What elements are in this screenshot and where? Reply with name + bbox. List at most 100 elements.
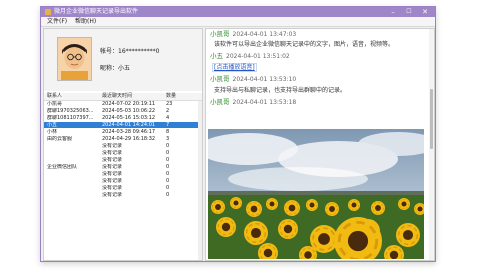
menu-file[interactable]: 文件(F) xyxy=(47,18,67,25)
menu-help[interactable]: 帮助(H) xyxy=(75,18,96,25)
sunflower-center xyxy=(417,206,423,212)
message-time: 2024-04-01 13:53:18 xyxy=(232,99,297,106)
message-sender: 小凯哥 xyxy=(210,75,230,83)
contacts-table: 联系人 最近聊天时间 数量 小凯哥 2024-07-02 20:19:11 23 群聊… xyxy=(44,93,202,260)
column-header-contact[interactable]: 联系人 xyxy=(47,93,62,100)
message-time: 2024-04-01 13:51:02 xyxy=(226,53,290,60)
table-row[interactable]: 群聊1081107397... 2024-05-16 15:03:12 4 xyxy=(44,115,202,121)
table-row[interactable]: 没有记录 0 xyxy=(44,171,202,177)
sunflower-center xyxy=(375,205,381,211)
close-button[interactable]: ✕ xyxy=(419,7,431,17)
message-count: 8 xyxy=(166,129,170,135)
sunflower-center xyxy=(389,250,399,259)
sunflower-center xyxy=(250,205,258,213)
sunflower-center xyxy=(309,202,315,208)
sunflower-center xyxy=(269,201,275,207)
minimize-button[interactable]: – xyxy=(387,7,399,17)
contacts-panel: 帐号：16**********0 昵称：小五 联系人 最近聊天时间 数量 小凯哥… xyxy=(43,28,203,261)
column-header-last-time[interactable]: 最近聊天时间 xyxy=(102,93,132,100)
message-count: 3 xyxy=(166,136,170,142)
message-header: 小五 2024-04-01 13:51:02 xyxy=(210,52,290,61)
contact-name: 小五 xyxy=(47,122,58,128)
table-row[interactable]: 由的云客服 2024-04-29 16:18:32 3 xyxy=(44,136,202,142)
play-voice-link[interactable]: [点击播放语音] xyxy=(212,63,257,72)
last-chat-time: 没有记录 xyxy=(102,164,123,170)
table-row[interactable]: 没有记录 0 xyxy=(44,192,202,198)
sunflower-image[interactable] xyxy=(208,129,424,259)
message-sender: 小凯哥 xyxy=(210,30,230,38)
message-sender: 小五 xyxy=(210,52,223,60)
sunflower-center xyxy=(351,202,357,208)
last-chat-time: 2024-07-02 20:19:11 xyxy=(102,101,156,107)
last-chat-time: 没有记录 xyxy=(102,143,123,149)
message-count: 7 xyxy=(166,122,170,128)
contact-name: 群聊1970325063... xyxy=(47,108,94,114)
sunflower-center xyxy=(215,204,221,210)
nickname-label: 昵称： xyxy=(100,65,119,72)
message-count: 0 xyxy=(166,192,170,198)
column-header-count[interactable]: 数量 xyxy=(166,93,176,100)
sunflower-center xyxy=(304,251,312,259)
message-time: 2024-04-01 13:47:03 xyxy=(232,31,297,38)
message-text: 该软件可以导出企业微信聊天记录中的文字，图片，语音，视频等。 xyxy=(214,41,395,48)
sunflower-center xyxy=(347,230,369,252)
table-row[interactable]: 没有记录 0 xyxy=(44,178,202,184)
contact-name: 小凯哥 xyxy=(47,101,63,107)
contact-name: 小林 xyxy=(47,129,58,135)
message-count: 0 xyxy=(166,171,170,177)
sunflower-center xyxy=(401,201,407,207)
table-row[interactable]: 企业微信团队 没有记录 0 xyxy=(44,164,202,170)
table-row[interactable]: 没有记录 0 xyxy=(44,150,202,156)
last-chat-time: 没有记录 xyxy=(102,185,123,191)
table-row[interactable]: 群聊1970325063... 2024-05-03 10:06:22 2 xyxy=(44,108,202,114)
title-bar[interactable]: 微月企业微信聊天记录导出软件 – ☐ ✕ xyxy=(41,7,435,17)
last-chat-time: 2024-05-03 10:06:22 xyxy=(102,108,156,114)
sunflower-center xyxy=(329,206,335,212)
message-count: 0 xyxy=(166,157,170,163)
last-chat-time: 没有记录 xyxy=(102,157,123,163)
last-chat-time: 没有记录 xyxy=(102,150,123,156)
message-text: 支持导出与私聊记录，也支持导出群聊中的记录。 xyxy=(214,87,347,94)
message-count: 0 xyxy=(166,150,170,156)
message-count: 0 xyxy=(166,143,170,149)
scrollbar-thumb[interactable] xyxy=(430,89,433,149)
table-row[interactable]: 小五 2024-04-01 14:24:01 7 xyxy=(44,122,202,128)
table-row[interactable]: 没有记录 0 xyxy=(44,157,202,163)
menu-bar: 文件(F) 帮助(H) xyxy=(41,17,435,27)
sunflower-center xyxy=(318,233,330,245)
sunflower-center xyxy=(233,200,239,206)
table-row[interactable]: 没有记录 0 xyxy=(44,185,202,191)
message-sender: 小凯哥 xyxy=(210,98,230,106)
sunflower-center xyxy=(288,204,296,212)
sunflower-center xyxy=(263,248,273,258)
message-header: 小凯哥 2024-04-01 13:53:18 xyxy=(210,98,297,107)
last-chat-time: 2024-04-01 14:24:01 xyxy=(102,122,156,128)
message-count: 0 xyxy=(166,185,170,191)
table-row[interactable]: 没有记录 0 xyxy=(44,143,202,149)
app-icon xyxy=(45,9,51,15)
contact-name: 企业微信团队 xyxy=(47,164,78,170)
message-header: 小凯哥 2024-04-01 13:53:10 xyxy=(210,75,296,84)
last-chat-time: 没有记录 xyxy=(102,178,123,184)
message-count: 0 xyxy=(166,164,170,170)
window-title: 微月企业微信聊天记录导出软件 xyxy=(54,8,139,15)
message-count: 23 xyxy=(166,101,173,107)
message-count: 0 xyxy=(166,178,170,184)
table-row[interactable]: 小凯哥 2024-07-02 20:19:11 23 xyxy=(44,101,202,107)
sunflower-center xyxy=(283,224,293,234)
sunflower-center xyxy=(250,227,262,239)
table-row[interactable]: 小林 2024-03-28 09:46:17 8 xyxy=(44,129,202,135)
last-chat-time: 2024-05-16 15:03:12 xyxy=(102,115,156,121)
maximize-button[interactable]: ☐ xyxy=(403,7,415,17)
account-value: 16**********0 xyxy=(118,48,160,55)
contact-name: 由的云客服 xyxy=(47,136,73,142)
last-chat-time: 2024-03-28 09:46:17 xyxy=(102,129,156,135)
sunflower-center xyxy=(402,229,414,241)
nickname-value: 小五 xyxy=(118,65,131,72)
chat-scrollbar[interactable] xyxy=(429,29,434,260)
last-chat-time: 没有记录 xyxy=(102,192,123,198)
avatar xyxy=(57,37,92,81)
table-scrollbar[interactable] xyxy=(198,101,202,260)
message-count: 2 xyxy=(166,108,170,114)
account-label: 帐号： xyxy=(100,48,119,55)
